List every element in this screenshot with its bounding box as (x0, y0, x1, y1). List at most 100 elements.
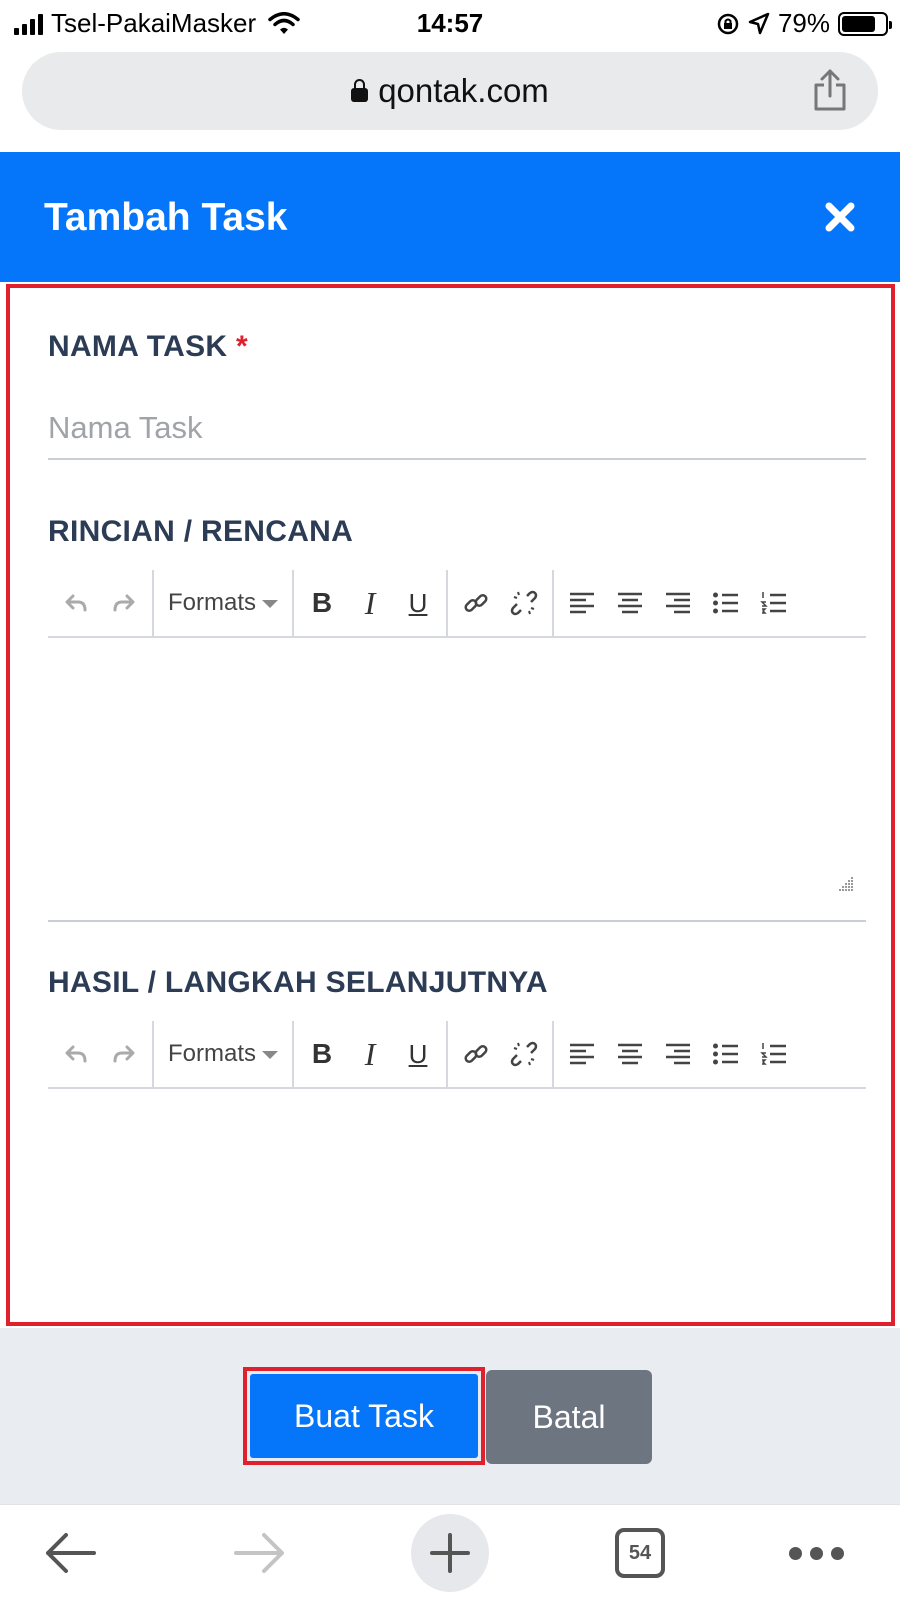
bullet-list-icon (713, 1043, 739, 1065)
numbered-list-button[interactable] (750, 1030, 798, 1078)
italic-button[interactable]: I (346, 579, 394, 627)
numbered-list-button[interactable] (750, 579, 798, 627)
underline-icon: U (408, 1038, 428, 1069)
unlink-icon (510, 590, 538, 616)
formats-group: Formats (154, 570, 295, 636)
lock-icon (351, 79, 369, 102)
details-editor-toolbar: Formats B I U (48, 570, 866, 638)
task-form: NAMA TASK * RINCIAN / RENCANA Formats B … (6, 284, 895, 1326)
bold-button[interactable]: B (298, 579, 346, 627)
unlink-icon (510, 1041, 538, 1067)
close-icon[interactable] (820, 197, 860, 237)
redo-button[interactable] (100, 579, 148, 627)
alignment-group (554, 570, 802, 636)
link-group (448, 570, 555, 636)
formats-dropdown[interactable]: Formats (158, 579, 288, 627)
numbered-list-icon (760, 1043, 787, 1065)
submit-highlight: Buat Task (243, 1367, 485, 1465)
align-center-button[interactable] (606, 1030, 654, 1078)
result-editor-toolbar: Formats B I U (48, 1021, 866, 1089)
result-editor[interactable] (48, 1091, 866, 1316)
insert-link-button[interactable] (452, 579, 500, 627)
redo-button[interactable] (100, 1030, 148, 1078)
italic-button[interactable]: I (346, 1030, 394, 1078)
chevron-down-icon (262, 600, 279, 608)
formats-label: Formats (168, 589, 257, 616)
undo-icon (65, 1045, 87, 1063)
undo-button[interactable] (52, 1030, 100, 1078)
battery-percent: 79% (777, 8, 830, 38)
align-right-icon (666, 1043, 691, 1065)
formats-dropdown[interactable]: Formats (158, 1030, 288, 1078)
bold-icon: B (311, 587, 333, 618)
history-group (48, 570, 154, 636)
redo-icon (113, 1045, 135, 1063)
create-task-button[interactable]: Buat Task (250, 1374, 478, 1458)
plus-icon (411, 1514, 489, 1592)
resize-handle-icon[interactable] (838, 876, 854, 892)
redo-icon (113, 594, 135, 612)
modal-header: Tambah Task (0, 152, 900, 282)
back-arrow-icon (46, 1533, 96, 1573)
battery-icon (838, 11, 892, 36)
link-group (448, 1021, 555, 1087)
details-editor[interactable] (48, 640, 866, 922)
forward-arrow-icon (234, 1533, 284, 1573)
orientation-lock-icon (717, 13, 739, 34)
bullet-list-button[interactable] (702, 1030, 750, 1078)
align-center-icon (618, 1043, 643, 1065)
italic-icon: I (364, 584, 376, 621)
history-group (48, 1021, 154, 1087)
bullet-list-icon (713, 592, 739, 614)
forward-button[interactable] (220, 1505, 300, 1600)
align-left-button[interactable] (558, 1030, 606, 1078)
insert-link-button[interactable] (452, 1030, 500, 1078)
browser-toolbar: 54 (0, 1504, 900, 1600)
text-style-group: B I U (294, 1021, 449, 1087)
alignment-group (554, 1021, 802, 1087)
bullet-list-button[interactable] (702, 579, 750, 627)
align-left-icon (570, 592, 595, 614)
new-tab-button[interactable] (410, 1505, 490, 1600)
align-left-icon (570, 1043, 595, 1065)
underline-button[interactable]: U (394, 579, 442, 627)
link-icon (464, 1044, 488, 1064)
align-center-icon (618, 592, 643, 614)
align-right-button[interactable] (654, 579, 702, 627)
details-label: RINCIAN / RENCANA (48, 515, 354, 548)
bold-icon: B (311, 1038, 333, 1069)
align-right-button[interactable] (654, 1030, 702, 1078)
remove-link-button[interactable] (500, 579, 548, 627)
align-center-button[interactable] (606, 579, 654, 627)
back-button[interactable] (30, 1505, 110, 1600)
url-text: qontak.com (378, 72, 549, 109)
share-icon[interactable] (812, 68, 848, 112)
underline-button[interactable]: U (394, 1030, 442, 1078)
numbered-list-icon (760, 592, 787, 614)
address-bar[interactable]: qontak.com (22, 52, 878, 130)
status-bar: Tsel-PakaiMasker 14:57 79% (0, 0, 900, 46)
align-right-icon (666, 592, 691, 614)
underline-icon: U (408, 587, 428, 618)
remove-link-button[interactable] (500, 1030, 548, 1078)
modal-footer: Buat Task Batal (0, 1328, 900, 1504)
url-display[interactable]: qontak.com (22, 72, 878, 110)
link-icon (464, 593, 488, 613)
required-marker: * (236, 330, 248, 363)
status-right: 79% (716, 8, 892, 39)
align-left-button[interactable] (558, 579, 606, 627)
task-name-label: NAMA TASK * (48, 330, 248, 363)
more-menu-button[interactable] (776, 1505, 856, 1600)
result-label: HASIL / LANGKAH SELANJUTNYA (48, 966, 548, 999)
modal-title: Tambah Task (44, 196, 288, 239)
undo-button[interactable] (52, 579, 100, 627)
tabs-button[interactable]: 54 (600, 1505, 680, 1600)
formats-group: Formats (154, 1021, 295, 1087)
cancel-button[interactable]: Batal (486, 1370, 652, 1464)
bold-button[interactable]: B (298, 1030, 346, 1078)
undo-icon (65, 594, 87, 612)
tab-count-icon: 54 (615, 1528, 665, 1578)
task-name-input[interactable] (48, 398, 866, 460)
chevron-down-icon (262, 1051, 279, 1059)
location-icon (748, 12, 770, 34)
